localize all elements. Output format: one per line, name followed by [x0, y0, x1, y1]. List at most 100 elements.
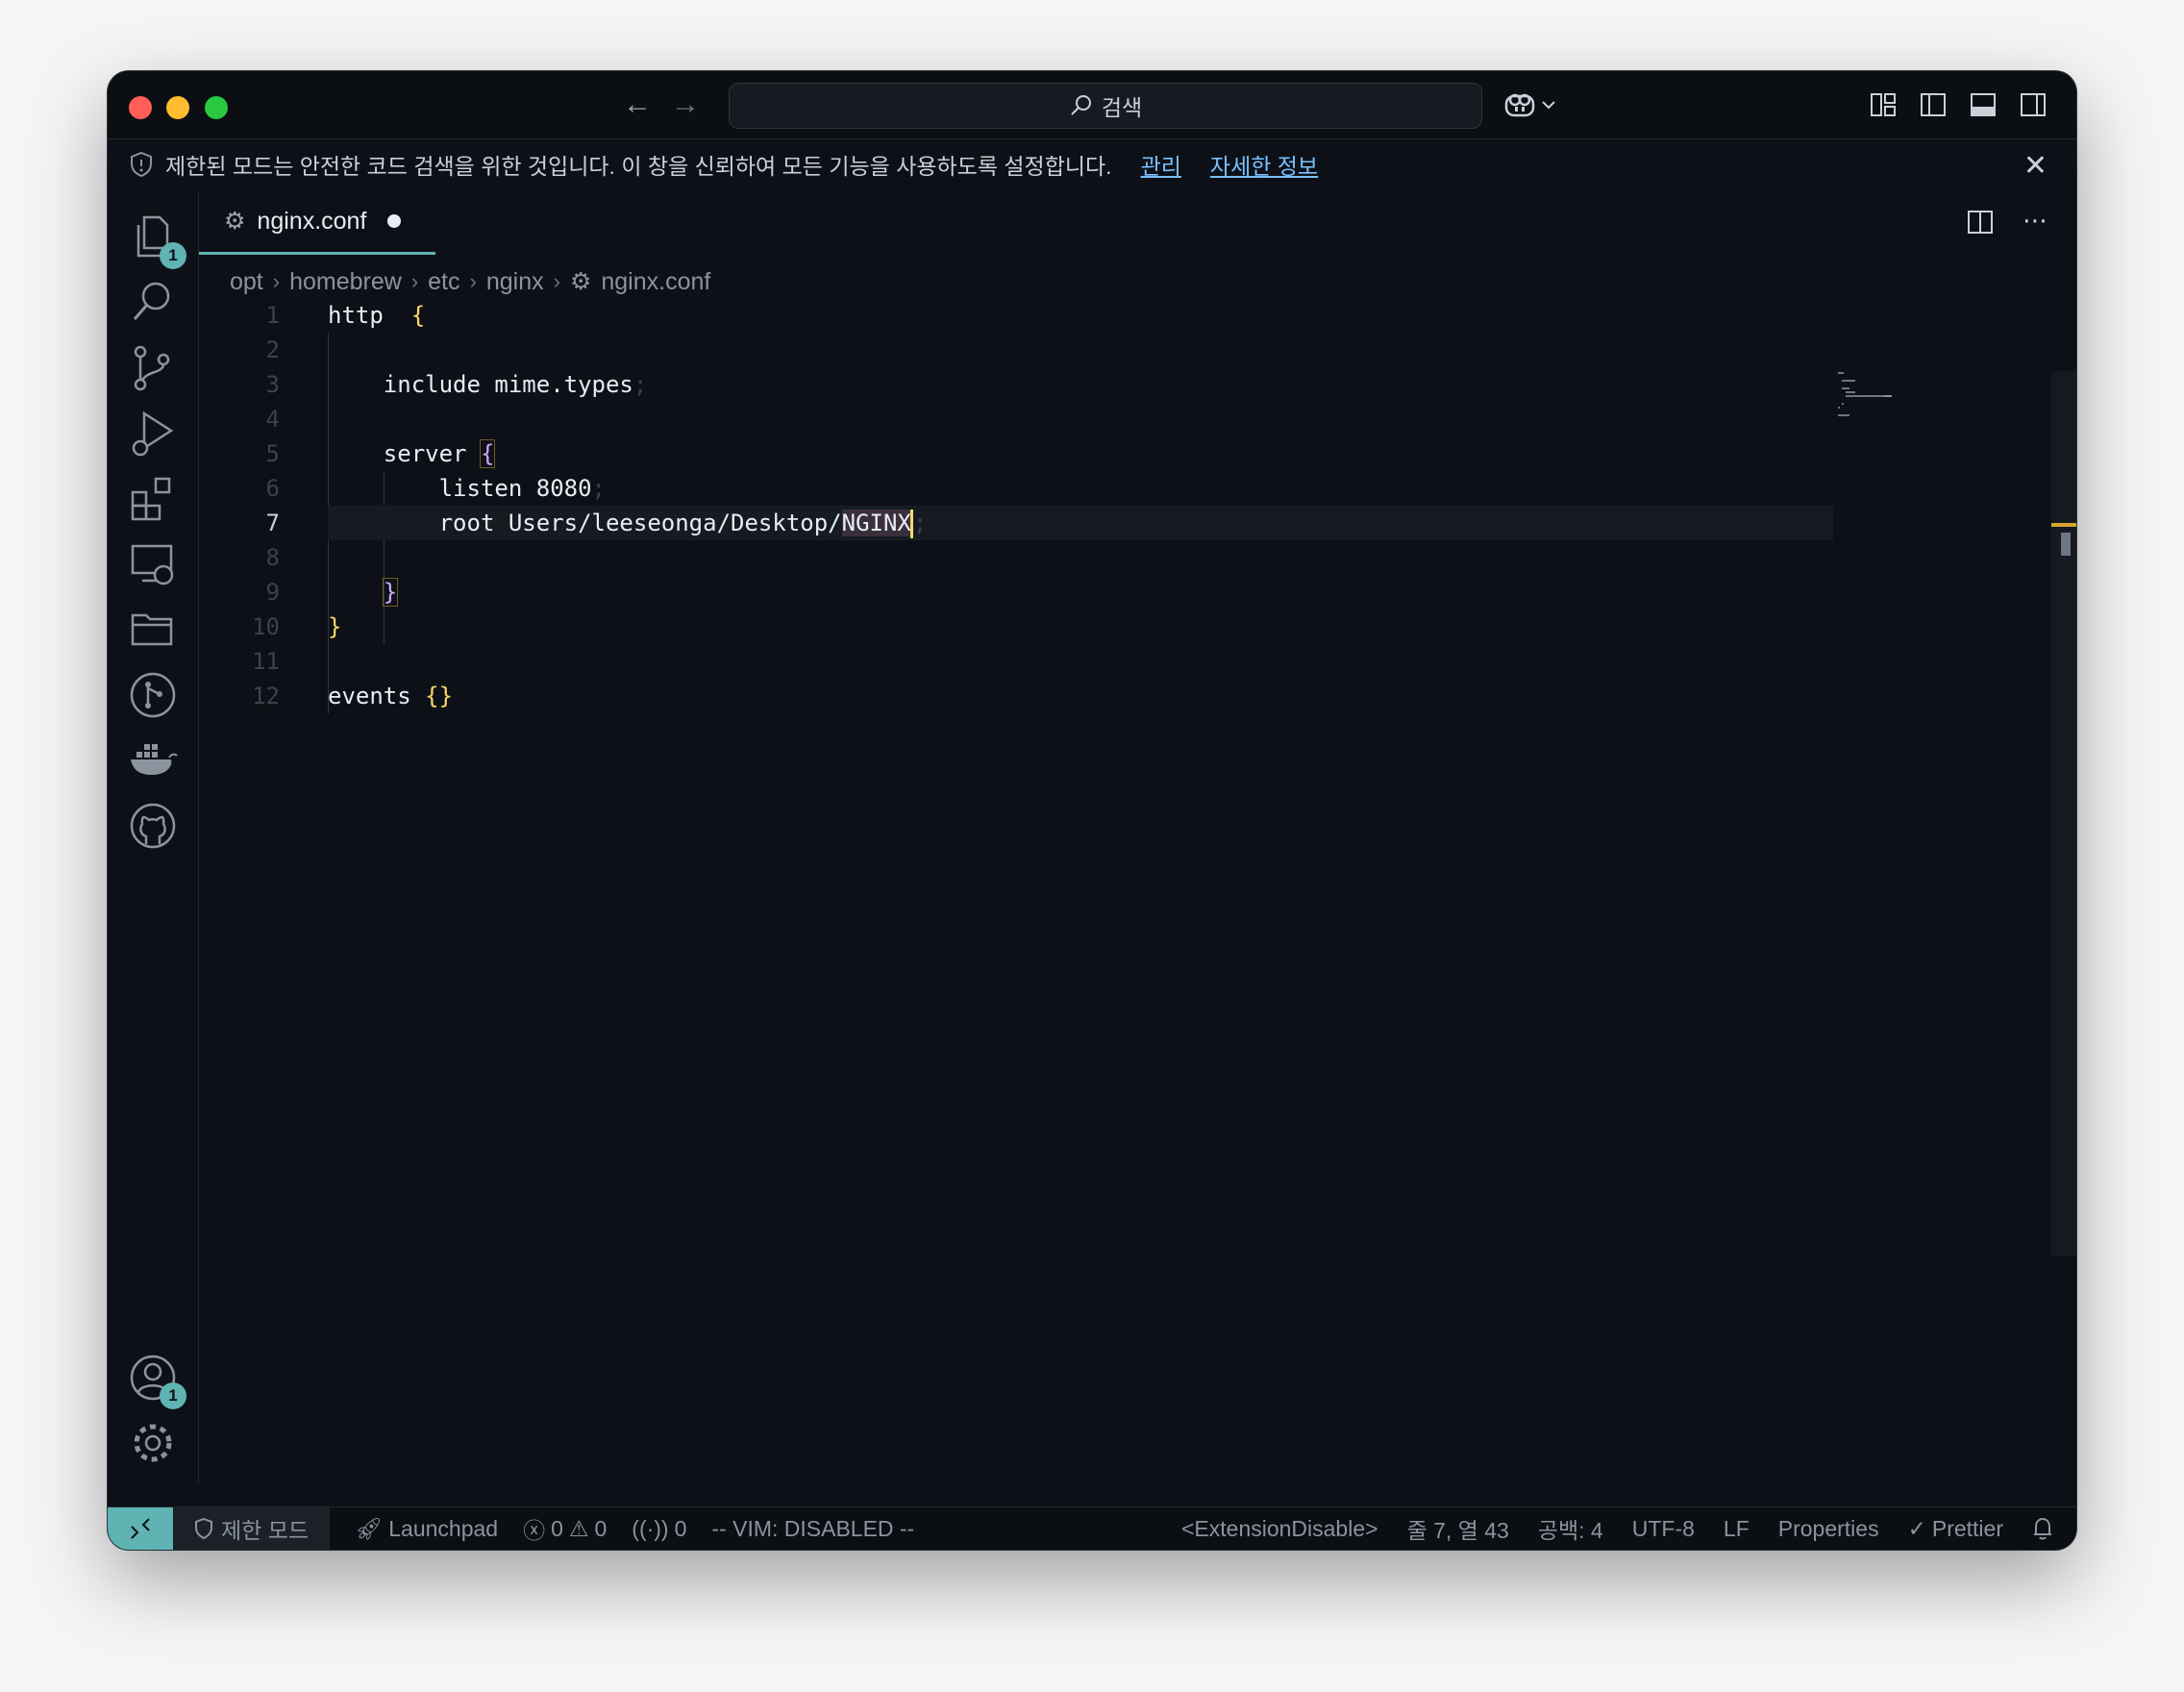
explorer-badge: 1 — [160, 242, 186, 269]
docker-icon[interactable] — [127, 734, 179, 786]
close-banner-icon[interactable]: ✕ — [2023, 149, 2048, 183]
toggle-secondary-sidebar-icon[interactable] — [2019, 90, 2048, 119]
close-window-button[interactable] — [129, 96, 152, 119]
folder-icon[interactable] — [127, 604, 179, 656]
back-arrow-icon[interactable]: ← — [623, 88, 652, 121]
customize-layout-icon[interactable] — [1869, 90, 1898, 119]
breadcrumb-item[interactable]: etc — [428, 268, 459, 296]
encoding[interactable]: UTF-8 — [1632, 1516, 1695, 1542]
breadcrumb-item[interactable]: opt — [230, 268, 263, 296]
run-and-debug-icon[interactable] — [127, 408, 179, 460]
prettier-status[interactable]: ✓ Prettier — [1908, 1516, 2003, 1542]
ports-count: 0 — [674, 1515, 687, 1541]
language-label: Properties — [1777, 1515, 1879, 1541]
notifications-bell-icon[interactable] — [2032, 1517, 2053, 1540]
chevron-right-icon: › — [469, 269, 477, 293]
status-bar: 제한 모드 🚀︎ Launchpad ⓧ 0 ⚠ 0 ((·)) 0 -- VI… — [108, 1506, 2076, 1550]
position-label: 줄 7, 열 43 — [1406, 1518, 1509, 1543]
search-icon — [1071, 95, 1091, 115]
maximize-window-button[interactable] — [205, 96, 228, 119]
shield-icon — [131, 151, 152, 178]
restricted-mode-indicator[interactable]: 제한 모드 — [173, 1507, 331, 1550]
code-line: 10 } — [199, 610, 1929, 644]
line-number: 11 — [252, 648, 280, 675]
chevron-right-icon: › — [553, 269, 560, 293]
code-text: root Users/leeseonga/Desktop/ — [438, 510, 842, 536]
unsaved-dot-icon[interactable] — [387, 214, 402, 228]
breadcrumb-item[interactable]: nginx — [486, 268, 544, 296]
learn-more-link[interactable]: 자세한 정보 — [1210, 148, 1318, 181]
code-text: server — [383, 440, 481, 467]
more-actions-icon[interactable]: ⋯ — [2023, 208, 2048, 239]
forward-arrow-icon[interactable]: → — [671, 88, 700, 121]
settings-gear-icon[interactable] — [127, 1417, 179, 1469]
problems-item[interactable]: ⓧ 0 ⚠ 0 — [523, 1512, 607, 1545]
extension-label: <ExtensionDisable> — [1180, 1515, 1378, 1541]
code-text: listen 8080 — [438, 475, 592, 502]
breadcrumb-item[interactable]: homebrew — [289, 268, 402, 296]
accounts-icon[interactable]: 1 — [127, 1352, 186, 1409]
restricted-mode-banner: 제한된 모드는 안전한 코드 검색을 위한 것입니다. 이 창을 신뢰하여 모든… — [108, 139, 2076, 189]
tab-nginx-conf[interactable]: ⚙ nginx.conf — [199, 190, 435, 255]
split-editor-icon[interactable] — [1967, 210, 1994, 239]
extensions-icon[interactable] — [127, 473, 179, 525]
broadcast-icon: ((·)) — [632, 1515, 669, 1541]
line-number: 3 — [265, 371, 280, 398]
source-control-icon[interactable] — [127, 342, 179, 394]
code-line: 4 — [199, 402, 1929, 436]
line-number: 1 — [265, 302, 280, 329]
language-mode[interactable]: Properties — [1778, 1516, 1879, 1542]
copilot-icon — [1504, 93, 1535, 117]
breadcrumb-item[interactable]: nginx.conf — [601, 268, 710, 296]
warning-icon: ⚠ — [568, 1515, 589, 1541]
git-graph-icon[interactable] — [127, 669, 179, 721]
github-icon[interactable] — [127, 800, 179, 852]
line-number: 12 — [252, 683, 280, 709]
restricted-mode-label: 제한 모드 — [221, 1518, 310, 1543]
accounts-badge: 1 — [160, 1382, 186, 1409]
title-bar: ← → 검색 — [108, 71, 2076, 139]
toggle-panel-icon[interactable] — [1969, 90, 1998, 119]
warning-count: 0 — [594, 1515, 608, 1541]
minimize-window-button[interactable] — [166, 96, 189, 119]
line-number: 8 — [265, 544, 280, 571]
brace: {} — [425, 683, 454, 709]
minimap[interactable] — [1838, 371, 1915, 429]
ports-item[interactable]: ((·)) 0 — [632, 1516, 686, 1542]
error-count: 0 — [551, 1515, 563, 1541]
manage-link[interactable]: 관리 — [1141, 148, 1181, 181]
scrollbar-thumb[interactable] — [2061, 533, 2071, 556]
editor-area: ⚙ nginx.conf ⋯ opt › homebrew › etc › ng… — [199, 190, 2076, 1484]
keyword-http: http — [328, 302, 384, 329]
remote-indicator[interactable] — [108, 1507, 173, 1550]
vertical-scrollbar[interactable] — [2051, 371, 2076, 1256]
prettier-label: Prettier — [1931, 1515, 2003, 1541]
eol-label: LF — [1723, 1515, 1750, 1541]
code-line: 8 — [199, 540, 1929, 575]
indentation[interactable]: 공백: 4 — [1538, 1512, 1603, 1545]
copilot-menu[interactable] — [1503, 90, 1555, 119]
remote-explorer-icon[interactable] — [127, 538, 179, 590]
shield-icon — [195, 1518, 212, 1539]
semicolon: ; — [912, 510, 928, 536]
error-icon: ⓧ — [523, 1518, 546, 1543]
line-number: 5 — [265, 440, 280, 467]
brace: } — [382, 578, 399, 607]
brace: } — [328, 613, 342, 640]
line-number: 4 — [265, 406, 280, 433]
extension-status[interactable]: <ExtensionDisable> — [1181, 1516, 1378, 1542]
toggle-primary-sidebar-icon[interactable] — [1919, 90, 1948, 119]
cursor-position-marker — [2051, 523, 2076, 527]
code-line: 5 server { — [199, 436, 1929, 471]
command-center-search[interactable]: 검색 — [729, 83, 1482, 129]
chevron-right-icon: › — [410, 269, 419, 293]
launchpad-item[interactable]: 🚀︎ Launchpad — [355, 1516, 498, 1542]
spaces-label: 공백: 4 — [1537, 1518, 1603, 1543]
end-of-line[interactable]: LF — [1724, 1516, 1750, 1542]
explorer-icon[interactable]: 1 — [127, 212, 186, 269]
gear-file-icon: ⚙ — [224, 208, 246, 235]
search-icon[interactable] — [127, 277, 179, 329]
line-number: 9 — [265, 579, 280, 606]
cursor-position[interactable]: 줄 7, 열 43 — [1407, 1512, 1509, 1545]
vim-status[interactable]: -- VIM: DISABLED -- — [711, 1516, 914, 1542]
